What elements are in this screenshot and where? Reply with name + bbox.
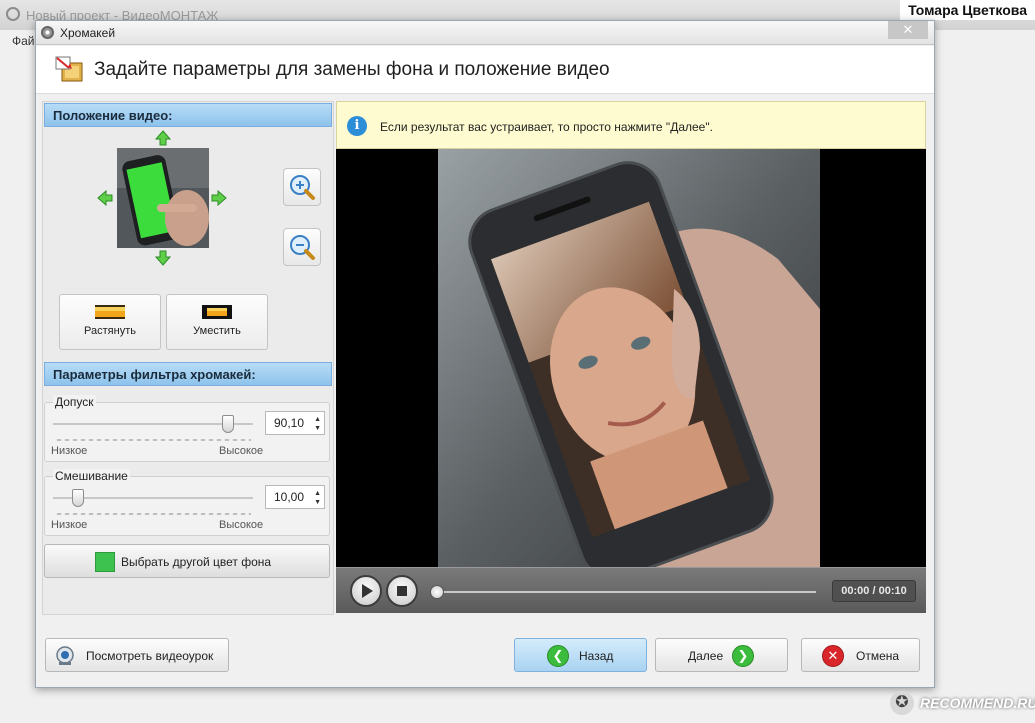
tolerance-slider-thumb[interactable] <box>222 415 235 433</box>
back-button[interactable]: ❮ Назад <box>514 638 647 672</box>
watch-tutorial-button[interactable]: Посмотреть видеоурок <box>45 638 229 672</box>
zoom-in-button[interactable] <box>283 168 321 206</box>
fit-label: Уместить <box>193 325 241 337</box>
info-text: Если результат вас устраивает, то просто… <box>380 120 713 134</box>
app-logo-icon <box>6 7 20 21</box>
play-icon <box>362 584 373 598</box>
pick-background-color-button[interactable]: Выбрать другой цвет фона <box>44 544 330 578</box>
user-name-overlay: Томара Цветкова <box>900 0 1035 20</box>
blend-label: Смешивание <box>53 469 130 483</box>
arrow-up-icon[interactable] <box>155 130 171 146</box>
tolerance-group: Допуск Низкое Высокое 90,10 ▲ ▼ <box>44 395 330 462</box>
watch-tutorial-label: Посмотреть видеоурок <box>86 649 214 663</box>
blend-high-label: Высокое <box>219 519 264 531</box>
zoom-in-icon <box>290 175 315 200</box>
dialog-title: Хромакей <box>60 26 116 40</box>
cancel-label: Отмена <box>856 649 900 663</box>
dialog-heading: Задайте параметры для замены фона и поло… <box>94 59 610 80</box>
tolerance-label: Допуск <box>53 395 96 409</box>
info-icon: i <box>347 116 367 136</box>
tolerance-value: 90,10 <box>274 416 305 430</box>
cancel-icon: ✕ <box>822 645 844 667</box>
dialog-header: Задайте параметры для замены фона и поло… <box>36 46 934 94</box>
zoom-out-button[interactable] <box>283 228 321 266</box>
fit-button[interactable]: Уместить <box>166 294 268 350</box>
arrow-back-icon: ❮ <box>547 645 569 667</box>
tolerance-value-input[interactable]: 90,10 ▲ ▼ <box>265 411 325 435</box>
dialog-titlebar: Хромакей ✕ <box>36 21 934 45</box>
cancel-button[interactable]: ✕ Отмена <box>801 638 920 672</box>
blend-group: Смешивание Низкое Высокое 10,00 ▲ ▼ <box>44 469 330 536</box>
fit-icon <box>202 305 232 319</box>
blend-slider-thumb[interactable] <box>71 489 84 507</box>
stretch-button[interactable]: Растянуть <box>59 294 161 350</box>
stretch-icon <box>95 305 125 319</box>
blend-value: 10,00 <box>274 490 305 504</box>
back-label: Назад <box>579 649 614 663</box>
seek-handle[interactable] <box>430 585 444 599</box>
position-section-header: Положение видео: <box>44 103 332 127</box>
close-button[interactable]: ✕ <box>888 21 928 39</box>
position-preview-thumbnail <box>117 148 209 248</box>
arrow-down-icon[interactable] <box>155 250 171 266</box>
info-bar: i Если результат вас устраивает, то прос… <box>336 101 926 149</box>
blend-slider-ticks <box>55 513 251 515</box>
video-frame-image <box>438 149 820 567</box>
blend-low-label: Низкое <box>51 519 88 531</box>
arrow-left-icon[interactable] <box>97 190 113 206</box>
settings-panel: Положение видео: Растянуть Уместить Пара… <box>42 101 334 615</box>
pick-background-color-label: Выбрать другой цвет фона <box>121 555 272 569</box>
stretch-label: Растянуть <box>84 325 136 337</box>
playback-time: 00:00 / 00:10 <box>832 580 916 602</box>
next-button[interactable]: Далее ❯ <box>655 638 788 672</box>
menu-file[interactable]: Фай <box>12 34 35 48</box>
webcam-icon <box>56 646 74 665</box>
watermark-text: RECOMMEND.RU <box>920 695 1035 711</box>
next-label: Далее <box>688 649 724 663</box>
spin-down-icon[interactable]: ▼ <box>314 425 321 432</box>
filter-section-header: Параметры фильтра хромакей: <box>44 362 332 386</box>
spin-up-icon[interactable]: ▲ <box>314 416 321 423</box>
play-button[interactable] <box>350 575 382 607</box>
seek-bar[interactable] <box>434 591 816 593</box>
zoom-out-icon <box>290 235 315 260</box>
color-swatch <box>95 552 115 572</box>
stop-button[interactable] <box>386 575 418 607</box>
player-controls: 00:00 / 00:10 <box>336 567 926 613</box>
spin-down-icon[interactable]: ▼ <box>314 499 321 506</box>
tolerance-slider-ticks <box>55 439 251 441</box>
stop-icon <box>397 586 407 596</box>
video-preview <box>336 149 926 567</box>
chromakey-dialog: Хромакей ✕ Задайте параметры для замены … <box>35 20 935 688</box>
blend-value-input[interactable]: 10,00 ▲ ▼ <box>265 485 325 509</box>
tolerance-high-label: Высокое <box>219 445 264 457</box>
arrow-next-icon: ❯ <box>732 645 754 667</box>
chromakey-icon <box>55 56 83 82</box>
watermark: ✪ RECOMMEND.RU <box>886 690 1035 716</box>
tolerance-low-label: Низкое <box>51 445 88 457</box>
watermark-logo-icon: ✪ <box>890 691 914 715</box>
spin-up-icon[interactable]: ▲ <box>314 490 321 497</box>
app-logo-icon <box>41 26 54 39</box>
arrow-right-icon[interactable] <box>211 190 227 206</box>
